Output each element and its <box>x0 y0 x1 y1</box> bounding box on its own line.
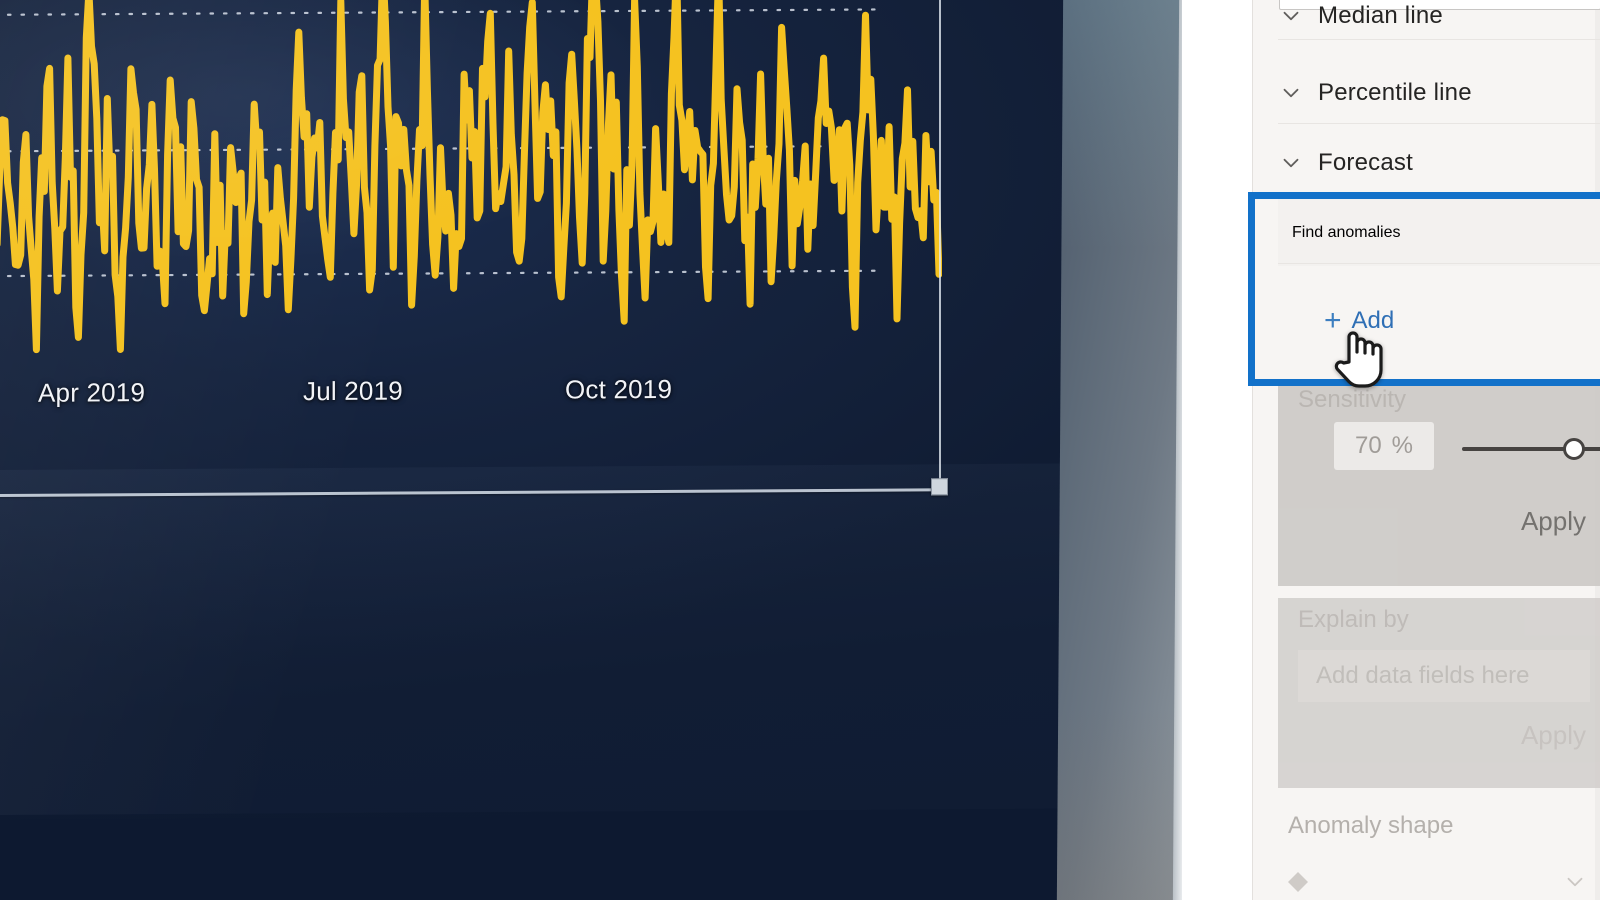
slider-thumb[interactable] <box>1563 438 1585 460</box>
visual-selection-border-bottom <box>0 488 945 499</box>
screen-bezel <box>1056 0 1189 900</box>
find-anomalies-body: + Add <box>1278 266 1600 386</box>
sensitivity-section: Sensitivity 70 % Apply <box>1278 386 1600 586</box>
report-canvas[interactable]: Apr 2019 Jul 2019 Oct 2019 <box>0 0 1076 820</box>
window-gutter <box>1182 0 1254 900</box>
chart-plot-area <box>0 0 942 426</box>
chevron-down-icon <box>1562 869 1588 895</box>
screen-glare <box>0 463 1076 820</box>
anomaly-shape-picker[interactable] <box>1288 862 1588 900</box>
chevron-down-icon <box>1278 80 1304 106</box>
sidebar-item-median-line-label: Median line <box>1318 1 1443 29</box>
line-chart-visual[interactable] <box>0 0 942 426</box>
x-axis-tick-oct-2019: Oct 2019 <box>565 373 673 405</box>
sensitivity-unit: % <box>1391 432 1414 459</box>
explain-by-section: Explain by Add data fields here Apply <box>1278 598 1600 788</box>
chevron-down-icon <box>1278 150 1304 176</box>
sensitivity-apply-button[interactable]: Apply <box>1521 506 1586 537</box>
sidebar-item-median-line[interactable]: Median line <box>1278 0 1600 40</box>
visual-resize-handle[interactable] <box>931 478 948 496</box>
explain-by-apply-button[interactable]: Apply <box>1521 720 1586 751</box>
chevron-down-icon <box>1278 3 1304 29</box>
anomaly-shape-label: Anomaly shape <box>1288 812 1454 839</box>
chart-svg <box>0 0 942 354</box>
sensitivity-value: 70 <box>1354 432 1382 459</box>
x-axis-tick-apr-2019: Apr 2019 <box>38 377 146 408</box>
diamond-icon <box>1288 872 1308 892</box>
sidebar-item-percentile-line-label: Percentile line <box>1318 78 1472 106</box>
sensitivity-slider[interactable] <box>1462 438 1600 460</box>
find-anomalies-label: Find anomalies <box>1292 223 1401 241</box>
sidebar-item-forecast[interactable]: Forecast <box>1278 132 1600 194</box>
section-median-line-clip: Median line <box>1252 0 1600 42</box>
visual-selection-border-right <box>939 0 941 490</box>
x-axis-tick-jul-2019: Jul 2019 <box>303 375 403 407</box>
sidebar-item-forecast-label: Forecast <box>1318 148 1413 176</box>
explain-by-label: Explain by <box>1298 606 1409 633</box>
screenshot-root: Apr 2019 Jul 2019 Oct 2019 Median line P… <box>0 0 1600 900</box>
sensitivity-input[interactable]: 70 % <box>1334 422 1434 470</box>
explain-by-field-well[interactable]: Add data fields here <box>1298 650 1590 702</box>
find-anomalies-section[interactable]: Find anomalies + Add <box>1278 192 1600 386</box>
explain-by-placeholder: Add data fields here <box>1316 662 1530 689</box>
sidebar-item-percentile-line[interactable]: Percentile line <box>1278 62 1600 124</box>
pointer-hand-cursor <box>1331 322 1387 394</box>
find-anomalies-header[interactable]: Find anomalies <box>1278 202 1600 264</box>
